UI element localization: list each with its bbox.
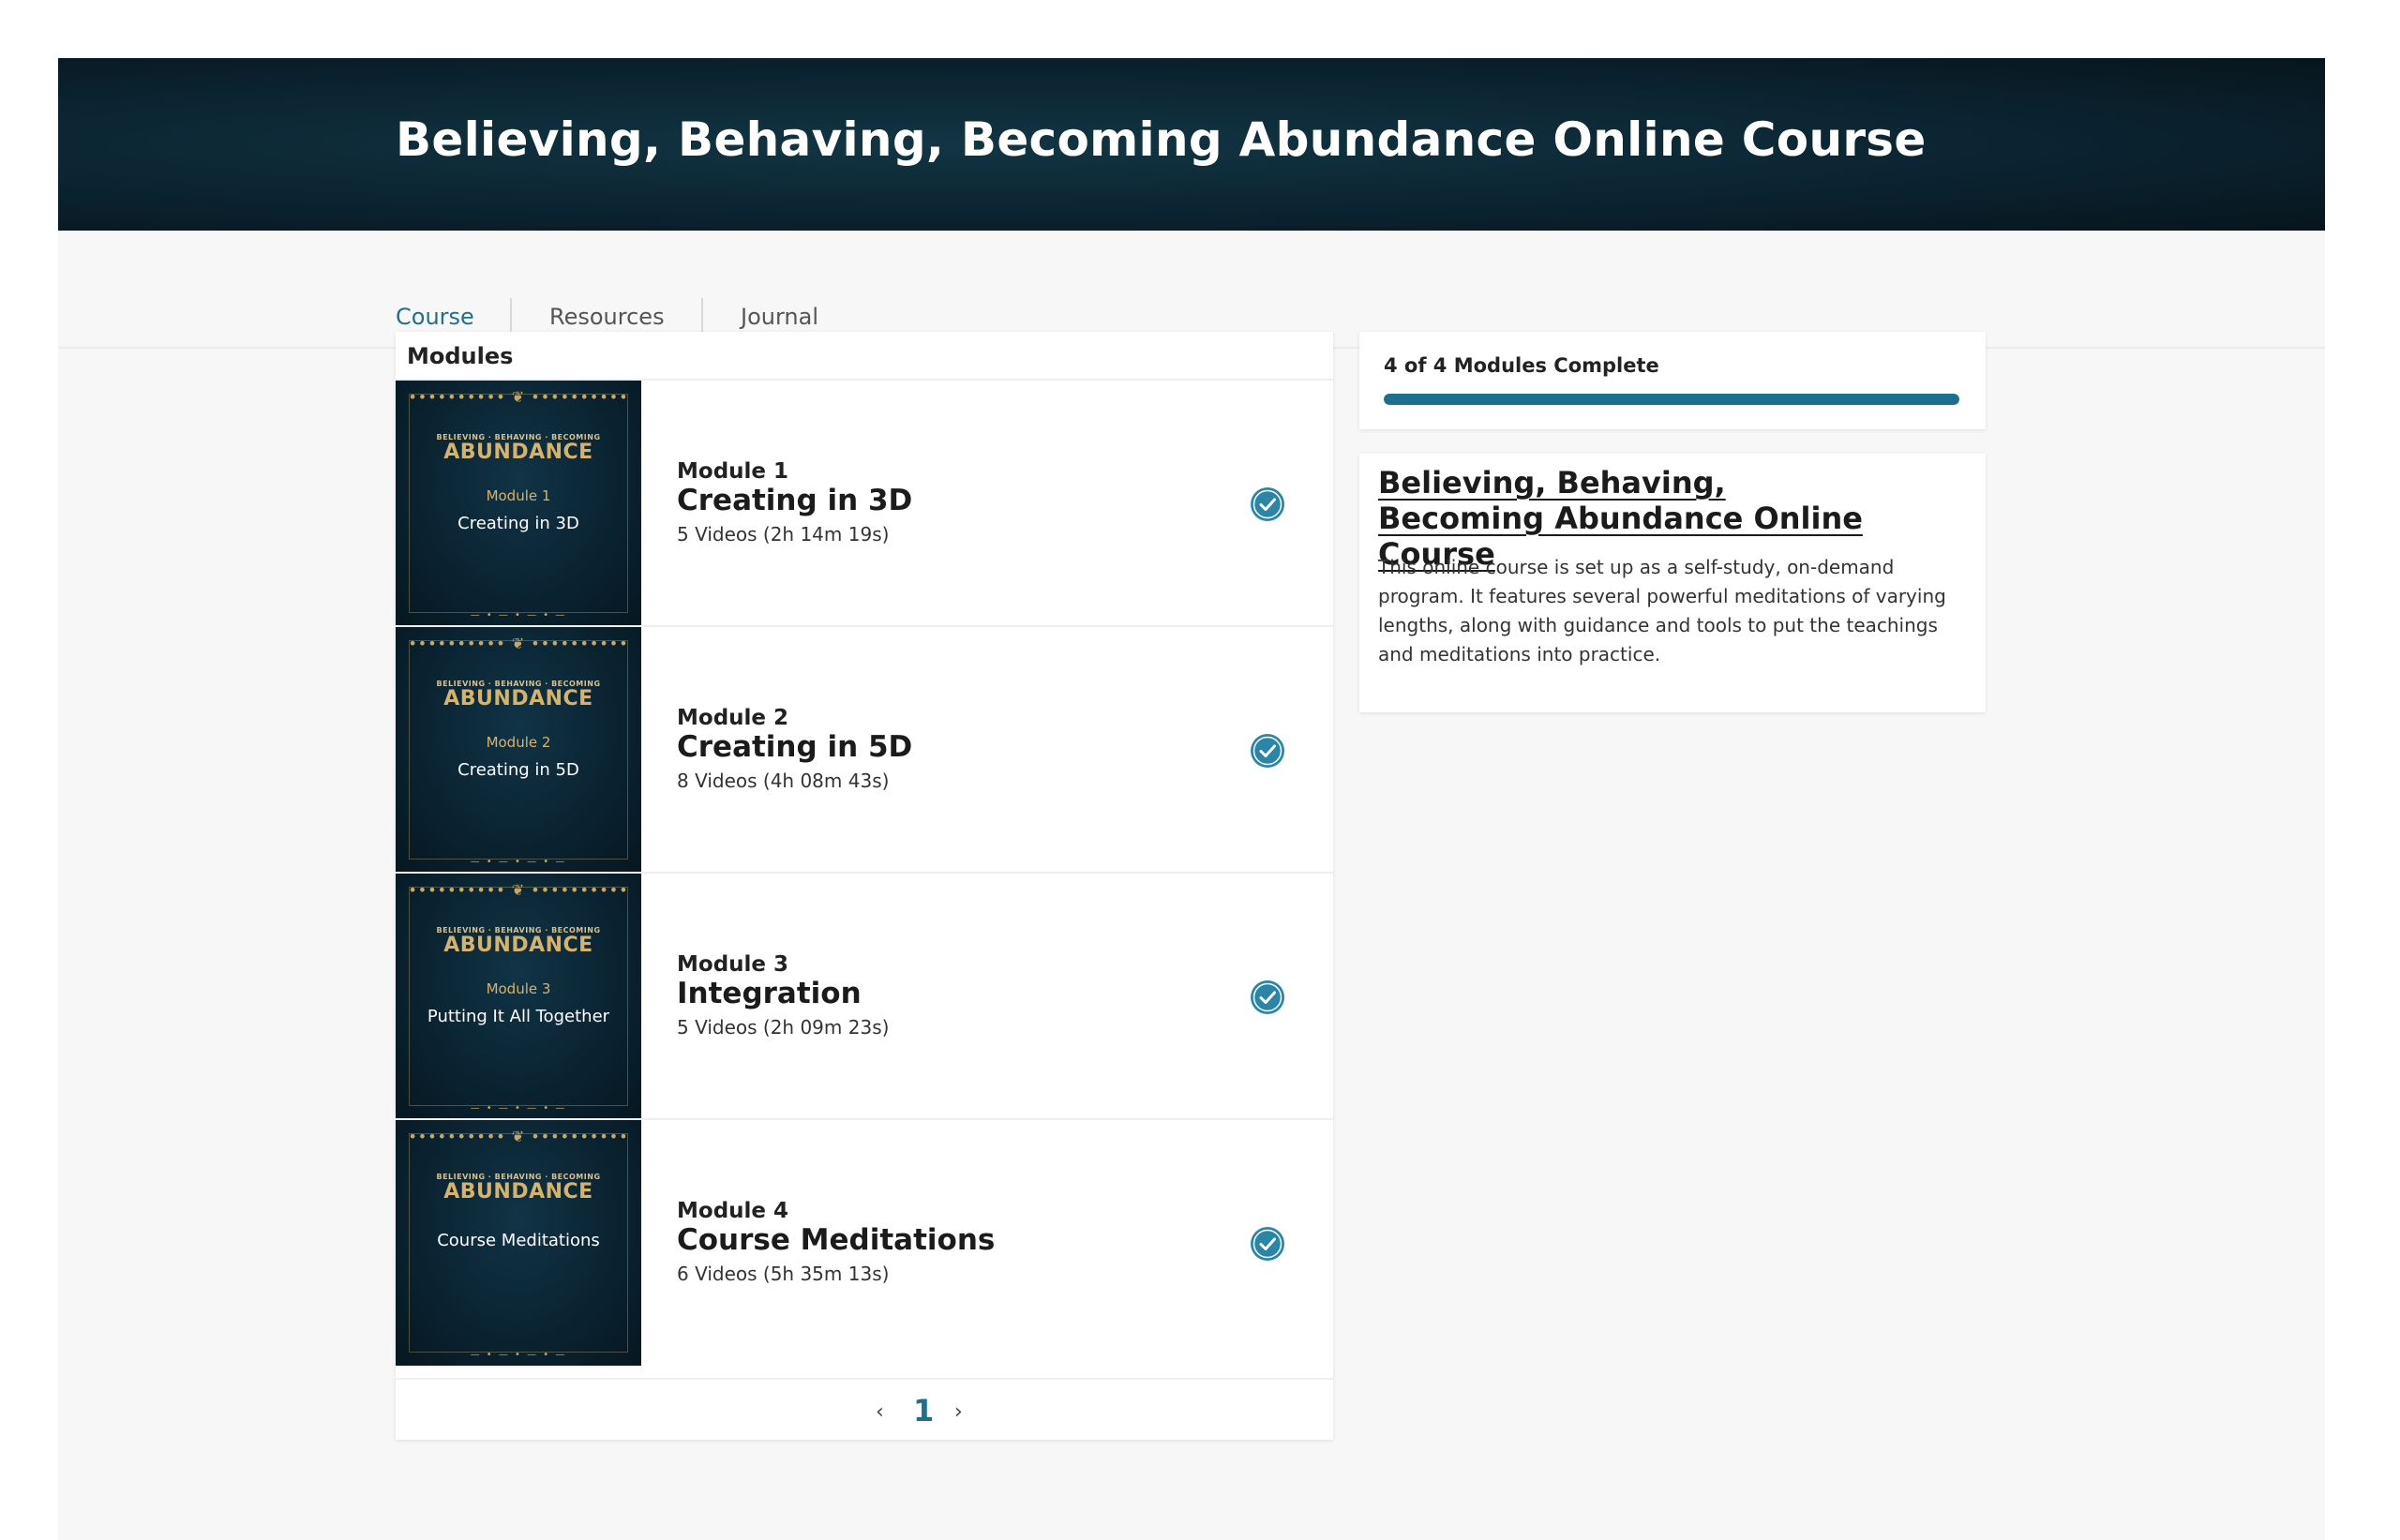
thumbnail-module-name: Creating in 3D	[458, 514, 579, 533]
page: Believing, Behaving, Becoming Abundance …	[58, 58, 2325, 1540]
module-title[interactable]: Creating in 5D	[677, 730, 912, 764]
progress-bar	[1384, 394, 1959, 405]
modules-card: Modules •••••••••• ❦ •••••••••• BELIEVIN…	[396, 332, 1333, 1440]
progress-label: 4 of 4 Modules Complete	[1384, 354, 1659, 377]
ornament-bottom-icon: — • — • — • —	[470, 1103, 567, 1114]
module-thumbnail: •••••••••• ❦ •••••••••• BELIEVING · BEHA…	[396, 381, 641, 626]
course-title: Believing, Behaving, Becoming Abundance …	[396, 112, 1927, 167]
ornament-icon: •••••••••• ❦ ••••••••••	[408, 388, 629, 406]
module-thumbnail: •••••••••• ❦ •••••••••• BELIEVING · BEHA…	[396, 1120, 641, 1366]
thumbnail-module-name: Course Meditations	[437, 1231, 600, 1250]
thumbnail-module-name: Putting It All Together	[427, 1007, 610, 1026]
module-label: Module 3	[677, 952, 789, 977]
tab-divider	[510, 298, 512, 332]
course-about-card: Believing, Behaving, Becoming Abundance …	[1359, 454, 1986, 712]
module-meta: 6 Videos (5h 35m 13s)	[677, 1263, 890, 1285]
pagination-prev-button[interactable]: ‹	[876, 1400, 884, 1424]
module-title[interactable]: Course Meditations	[677, 1223, 995, 1257]
module-title[interactable]: Integration	[677, 977, 862, 1010]
module-title[interactable]: Creating in 3D	[677, 484, 912, 517]
module-label: Module 1	[677, 459, 789, 484]
module-meta: 5 Videos (2h 14m 19s)	[677, 523, 890, 546]
thumbnail-module-number: Module 1	[486, 487, 551, 504]
module-row[interactable]: •••••••••• ❦ •••••••••• BELIEVING · BEHA…	[396, 1118, 1333, 1366]
tab-journal[interactable]: Journal	[741, 304, 818, 336]
module-label: Module 2	[677, 706, 789, 730]
module-row[interactable]: •••••••••• ❦ •••••••••• BELIEVING · BEHA…	[396, 379, 1333, 626]
ornament-bottom-icon: — • — • — • —	[470, 857, 567, 867]
module-row[interactable]: •••••••••• ❦ •••••••••• BELIEVING · BEHA…	[396, 625, 1333, 873]
check-circle-icon	[1251, 734, 1284, 768]
ornament-icon: •••••••••• ❦ ••••••••••	[408, 1128, 629, 1145]
course-banner: Believing, Behaving, Becoming Abundance …	[58, 58, 2325, 231]
thumbnail-brand: ABUNDANCE	[443, 687, 593, 710]
course-about-description: This online course is set up as a self-s…	[1378, 556, 1946, 665]
thumbnail-brand: ABUNDANCE	[443, 441, 593, 464]
ornament-icon: •••••••••• ❦ ••••••••••	[408, 635, 629, 652]
thumbnail-brand: ABUNDANCE	[443, 934, 593, 957]
check-circle-icon	[1251, 487, 1284, 521]
check-circle-icon	[1251, 1227, 1284, 1261]
thumbnail-module-name: Creating in 5D	[458, 760, 579, 780]
module-row[interactable]: •••••••••• ❦ •••••••••• BELIEVING · BEHA…	[396, 872, 1333, 1119]
ornament-bottom-icon: — • — • — • —	[470, 610, 567, 620]
ornament-bottom-icon: — • — • — • —	[470, 1350, 567, 1360]
progress-card: 4 of 4 Modules Complete	[1359, 332, 1986, 429]
module-thumbnail: •••••••••• ❦ •••••••••• BELIEVING · BEHA…	[396, 874, 641, 1119]
module-label: Module 4	[677, 1199, 789, 1223]
pagination-page-1[interactable]: 1	[913, 1393, 934, 1428]
pagination-next-button[interactable]: ›	[954, 1400, 963, 1424]
module-thumbnail: •••••••••• ❦ •••••••••• BELIEVING · BEHA…	[396, 627, 641, 873]
pagination: ‹ 1 ›	[396, 1378, 1333, 1434]
tab-resources[interactable]: Resources	[549, 304, 665, 336]
modules-header: Modules	[407, 343, 514, 369]
tab-divider	[701, 298, 703, 332]
thumbnail-brand: ABUNDANCE	[443, 1180, 593, 1204]
module-meta: 5 Videos (2h 09m 23s)	[677, 1016, 890, 1039]
thumbnail-module-number: Module 2	[486, 734, 551, 751]
progress-bar-fill	[1384, 394, 1959, 405]
thumbnail-module-number: Module 3	[486, 980, 551, 997]
ornament-icon: •••••••••• ❦ ••••••••••	[408, 881, 629, 899]
check-circle-icon	[1251, 980, 1284, 1014]
module-meta: 8 Videos (4h 08m 43s)	[677, 770, 890, 792]
